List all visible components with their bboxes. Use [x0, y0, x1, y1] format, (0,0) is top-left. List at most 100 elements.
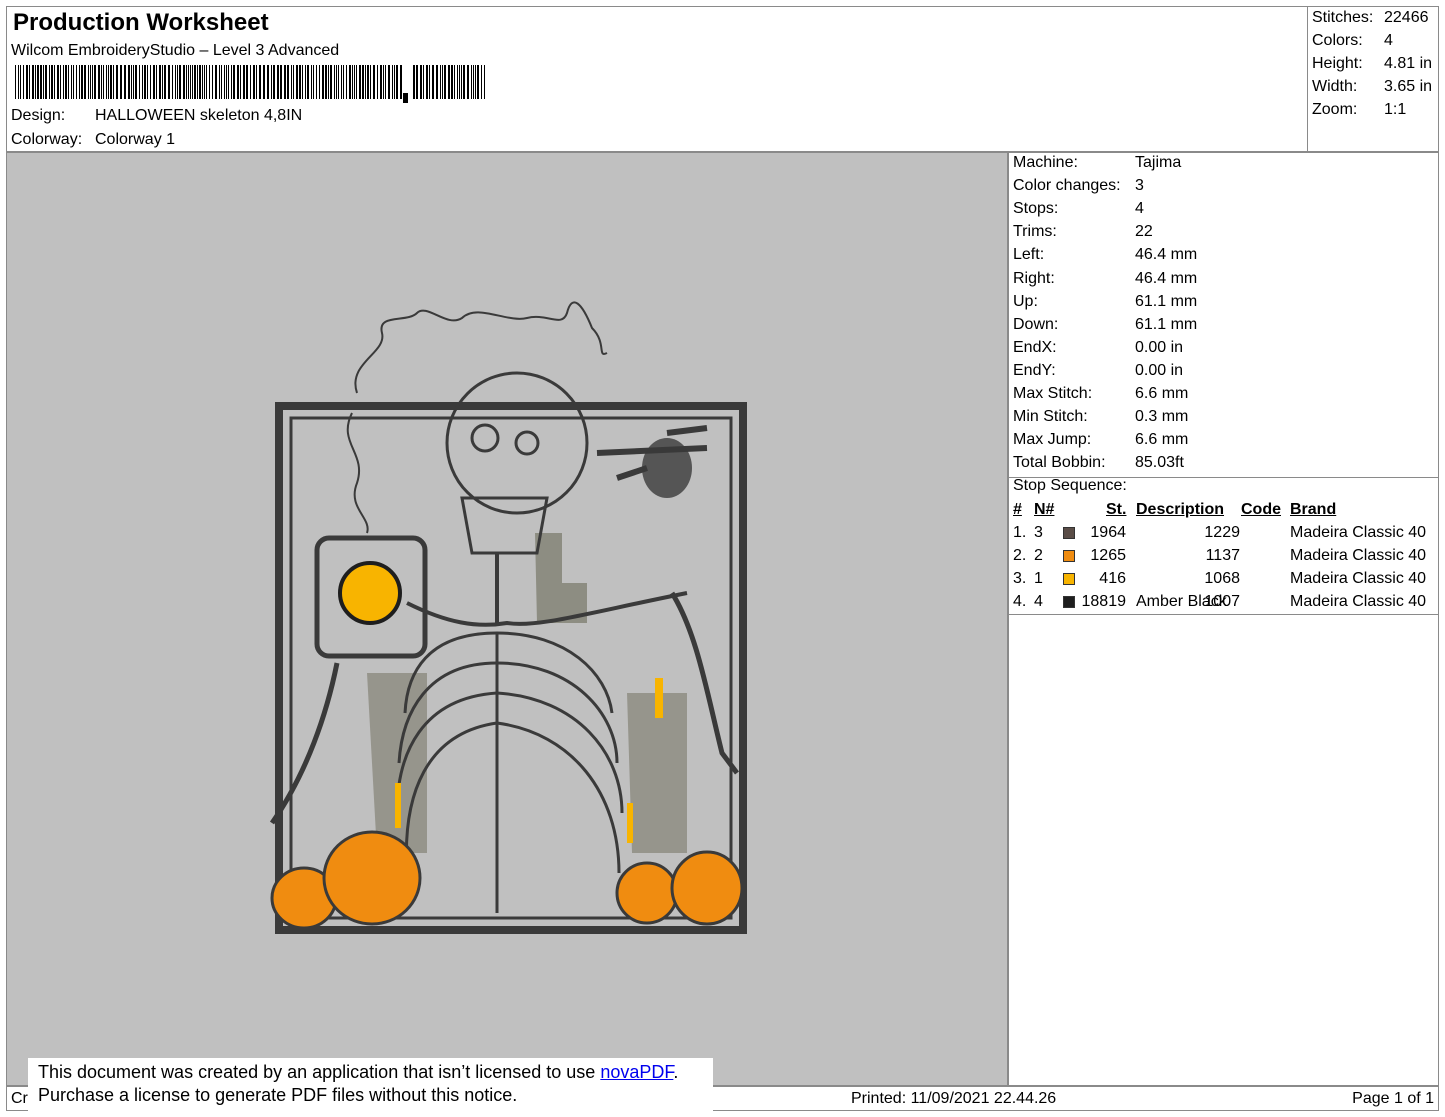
barcode-bar: [150, 65, 151, 99]
stat-value: 3.65 in: [1384, 78, 1433, 95]
info-label: Left:: [1013, 246, 1045, 264]
stop-cell-num: 3.: [1013, 570, 1027, 587]
design-preview: [6, 152, 1008, 1086]
barcode-bar: [81, 65, 83, 99]
barcode-bar: [54, 65, 55, 99]
barcode-bar: [385, 65, 386, 99]
barcode-comma: [403, 93, 408, 103]
barcode-bar: [440, 65, 441, 99]
barcode-bar: [328, 65, 329, 99]
license-notice: This document was created by an applicat…: [28, 1058, 713, 1112]
barcode-bar: [313, 65, 314, 99]
stat-height: Height: 4.81 in: [1312, 55, 1432, 73]
machine-info-panel: Stop Sequence: # N# St. Description Code…: [1008, 152, 1439, 1086]
barcode-bar: [250, 65, 251, 99]
barcode-bar: [79, 65, 80, 99]
machine-info-row: Left: 46.4 mm: [1013, 246, 1197, 264]
witch-silhouette: [642, 438, 692, 498]
notice-text: .: [673, 1062, 679, 1082]
barcode-bar: [322, 65, 324, 99]
stop-cell-brand: Madeira Classic 40: [1290, 593, 1427, 610]
barcode-bar: [153, 65, 155, 99]
barcode-bar: [394, 65, 395, 99]
info-label: Color changes:: [1013, 177, 1121, 195]
barcode-bar: [128, 65, 130, 99]
design-value: HALLOWEEN skeleton 4,8IN: [95, 107, 303, 124]
barcode-bar: [291, 65, 292, 99]
skull-eye: [514, 430, 540, 456]
barcode-bar: [477, 65, 479, 99]
barcode-bar: [186, 65, 187, 99]
barcode-bar: [354, 65, 355, 99]
barcode-bar: [256, 65, 257, 99]
barcode-bar: [60, 65, 61, 99]
pumpkin: [615, 861, 679, 925]
barcode-bar: [224, 65, 225, 99]
info-value: 0.00 in: [1135, 361, 1184, 379]
design-row: Design: HALLOWEEN skeleton 4,8IN: [11, 107, 302, 125]
col-header-needle: N#: [1034, 501, 1055, 518]
machine-info-row: EndY: 0.00 in: [1013, 362, 1183, 380]
design-stats: Stitches: 22466 Colors: 4 Height: 4.81 in W…: [1307, 6, 1439, 152]
barcode-bar: [325, 65, 327, 99]
novapdf-link[interactable]: novaPDF: [600, 1062, 673, 1082]
footer-left-text: Cr: [11, 1090, 28, 1107]
barcode-bar: [481, 65, 482, 99]
barcode-bar: [259, 65, 261, 99]
barcode-bar: [341, 65, 342, 99]
stat-label: Colors:: [1312, 32, 1363, 49]
info-label: Stops:: [1013, 200, 1059, 218]
barcode-bar: [98, 65, 100, 99]
steam-swirl: [346, 412, 369, 534]
col-header-brand: Brand: [1290, 501, 1337, 518]
barcode-bar: [147, 65, 148, 99]
barcode-bar: [380, 65, 382, 99]
barcode-bar: [448, 65, 450, 99]
stop-cell-brand: Madeira Classic 40: [1290, 547, 1427, 564]
barcode-bar: [164, 65, 166, 99]
stop-cell-code: 1229: [1204, 524, 1240, 541]
barcode-bar: [228, 65, 229, 99]
barcode-bar: [124, 65, 126, 99]
barcode-bar: [204, 65, 205, 99]
barcode-bar: [334, 65, 335, 99]
col-header-code: Code: [1241, 501, 1281, 518]
barcode-bar: [444, 65, 446, 99]
barcode-bar: [131, 65, 132, 99]
barcode-bar: [144, 65, 146, 99]
barcode-bar: [367, 65, 369, 99]
barcode-bar: [243, 65, 245, 99]
info-value: 4: [1135, 200, 1144, 218]
stat-value: 4.81 in: [1384, 55, 1433, 72]
info-value: 6.6 mm: [1135, 385, 1189, 402]
barcode-bar: [307, 65, 309, 99]
barcode-bar: [88, 65, 89, 99]
info-label: Max Stitch:: [1013, 385, 1093, 402]
stat-value: 1:1: [1384, 101, 1407, 118]
stop-cell-needle: 4: [1034, 593, 1043, 610]
notice-line-2: Purchase a license to generate PDF files…: [38, 1085, 518, 1105]
barcode-bar: [162, 65, 163, 99]
barcode-bar: [373, 65, 375, 99]
barcode-bar: [15, 65, 16, 99]
page-number: Page 1 of 1: [1352, 1090, 1434, 1107]
info-label: Up:: [1013, 292, 1038, 310]
barcode-bar: [233, 65, 235, 99]
barcode-bar: [302, 65, 303, 99]
machine-info-row: EndX: 0.00 in: [1013, 339, 1183, 357]
barcode-bar: [179, 65, 181, 99]
barcode-bar: [113, 65, 114, 99]
info-label: Max Jump:: [1013, 431, 1092, 449]
barcode-bar: [338, 65, 339, 99]
mug-pumpkin: [338, 561, 402, 625]
colorway-row: Colorway: Colorway 1: [11, 131, 175, 149]
barcode-bar: [311, 65, 312, 99]
machine-info-row: Max Stitch: 6.6 mm: [1013, 385, 1188, 403]
barcode-bar: [183, 65, 185, 99]
barcode-bar: [436, 65, 438, 99]
barcode-bar: [349, 65, 351, 99]
barcode-bar: [18, 65, 19, 99]
barcode-bar: [237, 65, 239, 99]
barcode-bar: [194, 65, 196, 99]
info-label: Right:: [1013, 269, 1055, 287]
